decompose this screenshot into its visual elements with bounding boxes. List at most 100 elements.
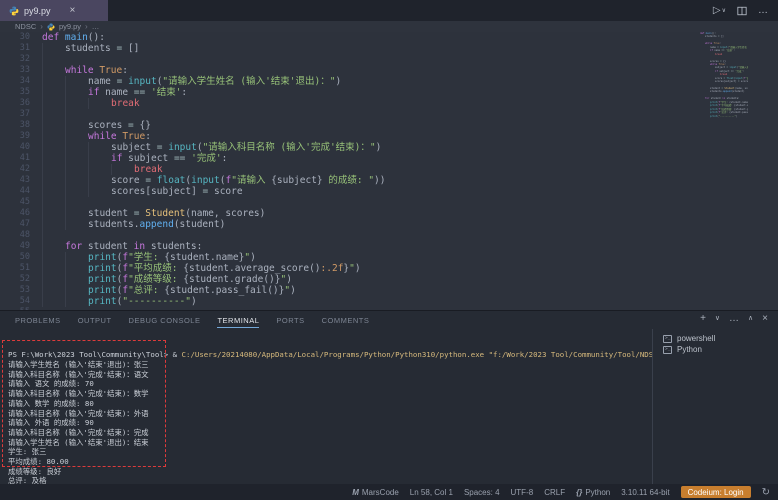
code-line[interactable]: 37 [0, 109, 778, 120]
code-text: scores[subject] = score [42, 186, 243, 197]
code-line[interactable]: 35if name == '结束': [0, 87, 778, 98]
more-actions-button[interactable]: … [758, 6, 768, 16]
code-token: : [222, 153, 228, 164]
code-line[interactable]: 47students.append(student) [0, 219, 778, 230]
tab-py9py[interactable]: py9.py × [0, 0, 108, 21]
code-token: if [111, 153, 122, 164]
status-item-codeium-login[interactable]: Codeium: Login [681, 486, 751, 498]
indent-guide [65, 219, 88, 230]
terminal-line: 请输入科目名称 (输入'完成'结束)：数学 [8, 389, 652, 399]
status-item-language-mode[interactable]: {}Python [576, 488, 610, 497]
code-line[interactable]: 51print(f"平均成绩: {student.average_score()… [0, 263, 778, 274]
terminal-line: 学生: 张三 [8, 447, 652, 457]
terminal-profile-chevron-icon[interactable]: ∨ [715, 313, 720, 325]
tab-bar: py9.py × ▷ ∨ … [0, 0, 778, 21]
code-line[interactable]: 39while True: [0, 131, 778, 142]
code-token: ) [290, 285, 296, 296]
code-token: break [134, 164, 163, 175]
line-number: 42 [0, 164, 30, 175]
status-item-encoding[interactable]: UTF-8 [511, 488, 534, 497]
indent-guide [42, 219, 65, 230]
code-line[interactable]: 54print("----------") [0, 296, 778, 307]
breadcrumb-item-symbol[interactable]: … [92, 22, 100, 31]
code-token: def [42, 32, 59, 43]
code-token: main [65, 32, 88, 43]
code-line[interactable]: 32 [0, 54, 778, 65]
panel-tab-comments[interactable]: COMMENTS [322, 313, 370, 327]
code-token: {student.name} [164, 252, 244, 263]
breadcrumb-item-file[interactable]: py9.py [59, 22, 81, 31]
minimap[interactable]: def main():students = []while True:name … [700, 32, 748, 121]
code-token: subject [122, 153, 173, 164]
maximize-panel-icon[interactable]: ∧ [748, 313, 753, 325]
close-panel-icon[interactable]: × [762, 313, 768, 325]
status-label: Spaces: 4 [464, 488, 500, 497]
panel-tab-debug-console[interactable]: DEBUG CONSOLE [129, 313, 201, 327]
code-line[interactable]: 30def main(): [0, 32, 778, 43]
status-item-sync[interactable]: ↻ [762, 487, 770, 498]
line-number: 40 [0, 142, 30, 153]
marscode-icon: M [352, 488, 359, 497]
status-item-marscode[interactable]: MMarsCode [352, 488, 399, 497]
code-line[interactable]: 52print(f"成绩等级: {student.grade()}") [0, 274, 778, 285]
status-item-python-interpreter[interactable]: 3.10.11 64-bit [621, 488, 669, 497]
code-token: ) [335, 76, 341, 87]
line-number: 51 [0, 263, 30, 274]
indent-guide [65, 120, 88, 131]
panel-tab-problems[interactable]: PROBLEMS [15, 313, 61, 327]
split-editor-button[interactable] [737, 6, 747, 16]
terminal-line: 请输入 数学 的成绩: 80 [8, 399, 652, 409]
code-line[interactable]: 45 [0, 197, 778, 208]
status-item-indentation[interactable]: Spaces: 4 [464, 488, 500, 497]
code-token: input [191, 175, 220, 186]
code-token: )) [374, 175, 385, 186]
code-token: subject [111, 142, 157, 153]
code-line[interactable]: 42 break [0, 164, 778, 175]
terminal-line: 成绩等级: 良好 [8, 467, 652, 477]
code-line[interactable]: 50print(f"学生: {student.name}") [0, 252, 778, 263]
editor-pane[interactable]: 30def main():31students = []3233while Tr… [0, 32, 778, 310]
line-number: 35 [0, 87, 30, 98]
code-line[interactable]: 38scores = {} [0, 120, 778, 131]
code-line[interactable]: 49for student in students: [0, 241, 778, 252]
code-line[interactable]: 48 [0, 230, 778, 241]
new-terminal-icon[interactable]: + [700, 313, 706, 325]
breadcrumb-item-folder[interactable]: NDSC [15, 22, 36, 31]
code-line[interactable]: 46student = Student(name, scores) [0, 208, 778, 219]
run-dropdown-chevron-icon[interactable]: ∨ [722, 6, 726, 16]
panel-tab-output[interactable]: OUTPUT [78, 313, 112, 327]
code-line[interactable]: 41if subject == '完成': [0, 153, 778, 164]
terminal-list-item-python[interactable]: >_Python [653, 344, 778, 355]
line-number: 48 [0, 230, 30, 241]
panel-tab-ports[interactable]: PORTS [276, 313, 304, 327]
code-line[interactable]: 31students = [] [0, 43, 778, 54]
code-line[interactable]: 43score = float(input(f"请输入 {subject} 的成… [0, 175, 778, 186]
code-line[interactable]: 40subject = input("请输入科目名称 (输入'完成'结束)：") [0, 142, 778, 153]
line-number: 37 [0, 109, 30, 120]
terminal-line: 请输入科目名称 (输入'完成'结束)：完成 [8, 428, 652, 438]
status-item-eol[interactable]: CRLF [544, 488, 565, 497]
indent-guide [65, 274, 88, 285]
panel-tab-terminal[interactable]: TERMINAL [217, 313, 259, 328]
code-token: ) [355, 263, 361, 274]
terminal-list-item-powershell[interactable]: >_powershell [653, 333, 778, 344]
run-button[interactable]: ▷ ∨ [713, 6, 726, 16]
indent-guide [65, 109, 88, 120]
terminal-output[interactable]: PS F:\Work\2023 Tool\Community\Tool> & C… [0, 329, 652, 484]
indent-guide [42, 120, 65, 131]
status-item-cursor-position[interactable]: Ln 58, Col 1 [410, 488, 453, 497]
indent-guide [65, 208, 88, 219]
line-number: 43 [0, 175, 30, 186]
indent-guide [42, 76, 65, 87]
close-tab-icon[interactable]: × [70, 6, 76, 16]
indent-guide [111, 164, 134, 175]
code-line[interactable]: 53print(f"总评: {student.pass_fail()}") [0, 285, 778, 296]
code-line[interactable]: 36break [0, 98, 778, 109]
code-line[interactable]: 34name = input("请输入学生姓名 (输入'结束'退出)：") [0, 76, 778, 87]
indent-guide [42, 296, 65, 307]
code-token: {subject} [271, 175, 322, 186]
code-line[interactable]: 33while True: [0, 65, 778, 76]
panel-more-icon[interactable]: … [729, 313, 739, 325]
breadcrumb[interactable]: NDSC › py9.py › … [0, 21, 778, 32]
code-line[interactable]: 44scores[subject] = score [0, 186, 778, 197]
